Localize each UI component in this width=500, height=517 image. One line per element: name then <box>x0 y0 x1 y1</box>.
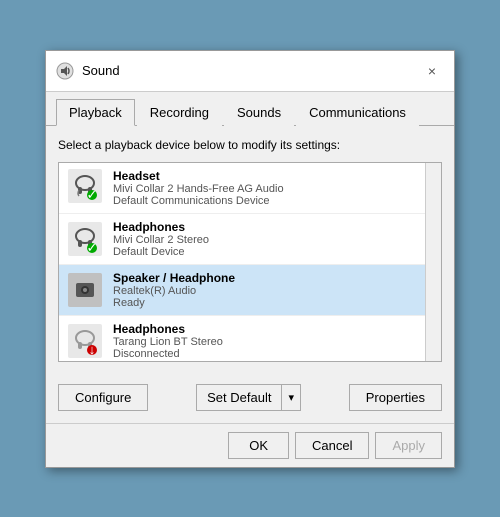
action-bar: Configure Set Default ▾ Properties <box>46 374 454 423</box>
title-bar: Sound × <box>46 51 454 92</box>
tab-communications[interactable]: Communications <box>296 99 419 126</box>
device-desc: Tarang Lion BT Stereo <box>113 336 433 348</box>
device-icon-headphones-disconnected: ↓ <box>67 323 103 359</box>
close-button[interactable]: × <box>420 59 444 83</box>
device-name: Speaker / Headphone <box>113 271 433 285</box>
ok-button[interactable]: OK <box>228 432 289 459</box>
set-default-group: Set Default ▾ <box>196 384 301 411</box>
instruction-text: Select a playback device below to modify… <box>58 138 442 152</box>
tab-bar: Playback Recording Sounds Communications <box>46 92 454 126</box>
sound-icon <box>56 62 74 80</box>
apply-button[interactable]: Apply <box>375 432 442 459</box>
device-icon-headset: ✓ <box>67 170 103 206</box>
tab-playback[interactable]: Playback <box>56 99 135 126</box>
sound-dialog: Sound × Playback Recording Sounds Commun… <box>45 50 455 468</box>
device-name: Headphones <box>113 220 433 234</box>
device-item[interactable]: ↓ Headphones Tarang Lion BT Stereo Disco… <box>59 316 441 362</box>
device-info: Speaker / Headphone Realtek(R) Audio Rea… <box>113 271 433 309</box>
properties-button[interactable]: Properties <box>349 384 442 411</box>
tab-recording[interactable]: Recording <box>137 99 222 126</box>
device-icon-headphones: ✓ <box>67 221 103 257</box>
device-status: Default Device <box>113 246 433 258</box>
cancel-button[interactable]: Cancel <box>295 432 369 459</box>
device-name: Headset <box>113 169 433 183</box>
device-list: ✓ Headset Mivi Collar 2 Hands-Free AG Au… <box>58 162 442 362</box>
set-default-button[interactable]: Set Default <box>196 384 281 411</box>
svg-text:✓: ✓ <box>87 187 98 202</box>
device-item[interactable]: ✓ Headset Mivi Collar 2 Hands-Free AG Au… <box>59 163 441 214</box>
device-status: Disconnected <box>113 348 433 360</box>
scrollbar[interactable] <box>425 163 441 361</box>
device-item[interactable]: ✓ Headphones Mivi Collar 2 Stereo Defaul… <box>59 214 441 265</box>
device-desc: Mivi Collar 2 Hands-Free AG Audio <box>113 183 433 195</box>
svg-text:✓: ✓ <box>87 240 98 255</box>
svg-text:↓: ↓ <box>89 342 96 357</box>
dialog-title: Sound <box>82 63 420 78</box>
device-item-selected[interactable]: Speaker / Headphone Realtek(R) Audio Rea… <box>59 265 441 316</box>
configure-button[interactable]: Configure <box>58 384 148 411</box>
set-default-dropdown[interactable]: ▾ <box>281 384 301 411</box>
device-info: Headphones Mivi Collar 2 Stereo Default … <box>113 220 433 258</box>
device-info: Headset Mivi Collar 2 Hands-Free AG Audi… <box>113 169 433 207</box>
dialog-footer: OK Cancel Apply <box>46 423 454 467</box>
device-status: Default Communications Device <box>113 195 433 207</box>
device-info: Headphones Tarang Lion BT Stereo Disconn… <box>113 322 433 360</box>
device-status: Ready <box>113 297 433 309</box>
tab-content: Select a playback device below to modify… <box>46 126 454 374</box>
device-name: Headphones <box>113 322 433 336</box>
device-icon-speaker <box>67 272 103 308</box>
tab-sounds[interactable]: Sounds <box>224 99 294 126</box>
device-desc: Mivi Collar 2 Stereo <box>113 234 433 246</box>
device-desc: Realtek(R) Audio <box>113 285 433 297</box>
